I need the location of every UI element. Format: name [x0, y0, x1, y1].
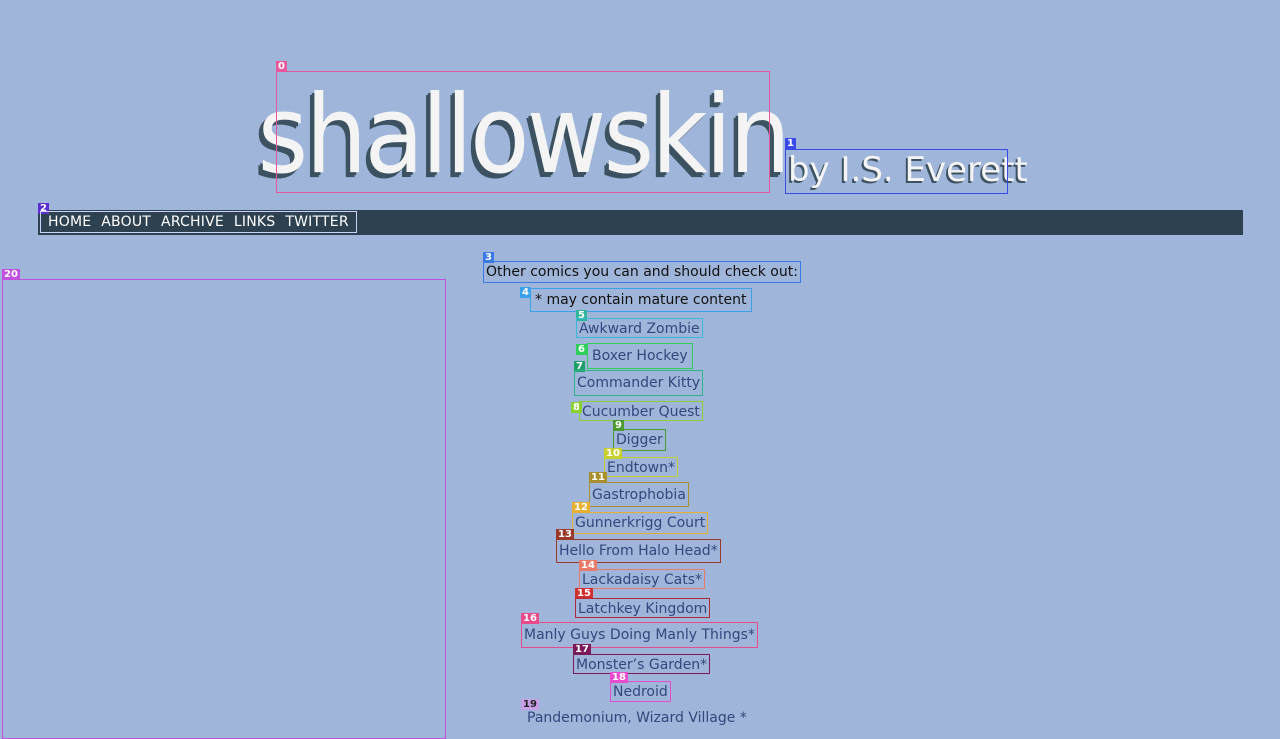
nav-archive[interactable]: ARCHIVE [156, 214, 229, 230]
marker-badge: 1 [785, 138, 796, 149]
sidebar-frame[interactable] [2, 279, 446, 739]
link-manly-guys[interactable]: Manly Guys Doing Manly Things* [521, 622, 758, 648]
mature-note: * may contain mature content [530, 288, 752, 312]
main-nav: HOME ABOUT ARCHIVE LINKS TWITTER [40, 211, 357, 233]
link-pandemonium[interactable]: Pandemonium, Wizard Village * [523, 708, 751, 728]
marker-badge: 6 [576, 344, 587, 355]
link-lackadaisy-cats[interactable]: Lackadaisy Cats* [579, 569, 706, 589]
byline-link-box[interactable] [785, 149, 1008, 194]
nav-links[interactable]: LINKS [229, 214, 280, 230]
nav-about[interactable]: ABOUT [96, 214, 156, 230]
link-monsters-garden[interactable]: Monster’s Garden* [573, 654, 711, 674]
link-gastrophobia[interactable]: Gastrophobia [589, 482, 689, 507]
link-boxer-hockey[interactable]: Boxer Hockey [587, 343, 693, 369]
logo-link-box[interactable] [276, 71, 770, 193]
link-endtown[interactable]: Endtown* [604, 457, 678, 477]
link-commander-kitty[interactable]: Commander Kitty [574, 370, 704, 396]
link-awkward-zombie[interactable]: Awkward Zombie [576, 318, 703, 338]
link-latchkey-kingdom[interactable]: Latchkey Kingdom [575, 598, 711, 618]
links-heading: Other comics you can and should check ou… [483, 261, 801, 283]
link-cucumber-quest[interactable]: Cucumber Quest [579, 401, 703, 421]
link-nedroid[interactable]: Nedroid [610, 681, 671, 702]
nav-twitter[interactable]: TWITTER [280, 214, 353, 230]
marker-badge: 0 [276, 61, 287, 72]
nav-home[interactable]: HOME [43, 214, 96, 230]
link-gunnerkrigg-court[interactable]: Gunnerkrigg Court [572, 512, 709, 534]
marker-badge: 20 [2, 269, 20, 280]
